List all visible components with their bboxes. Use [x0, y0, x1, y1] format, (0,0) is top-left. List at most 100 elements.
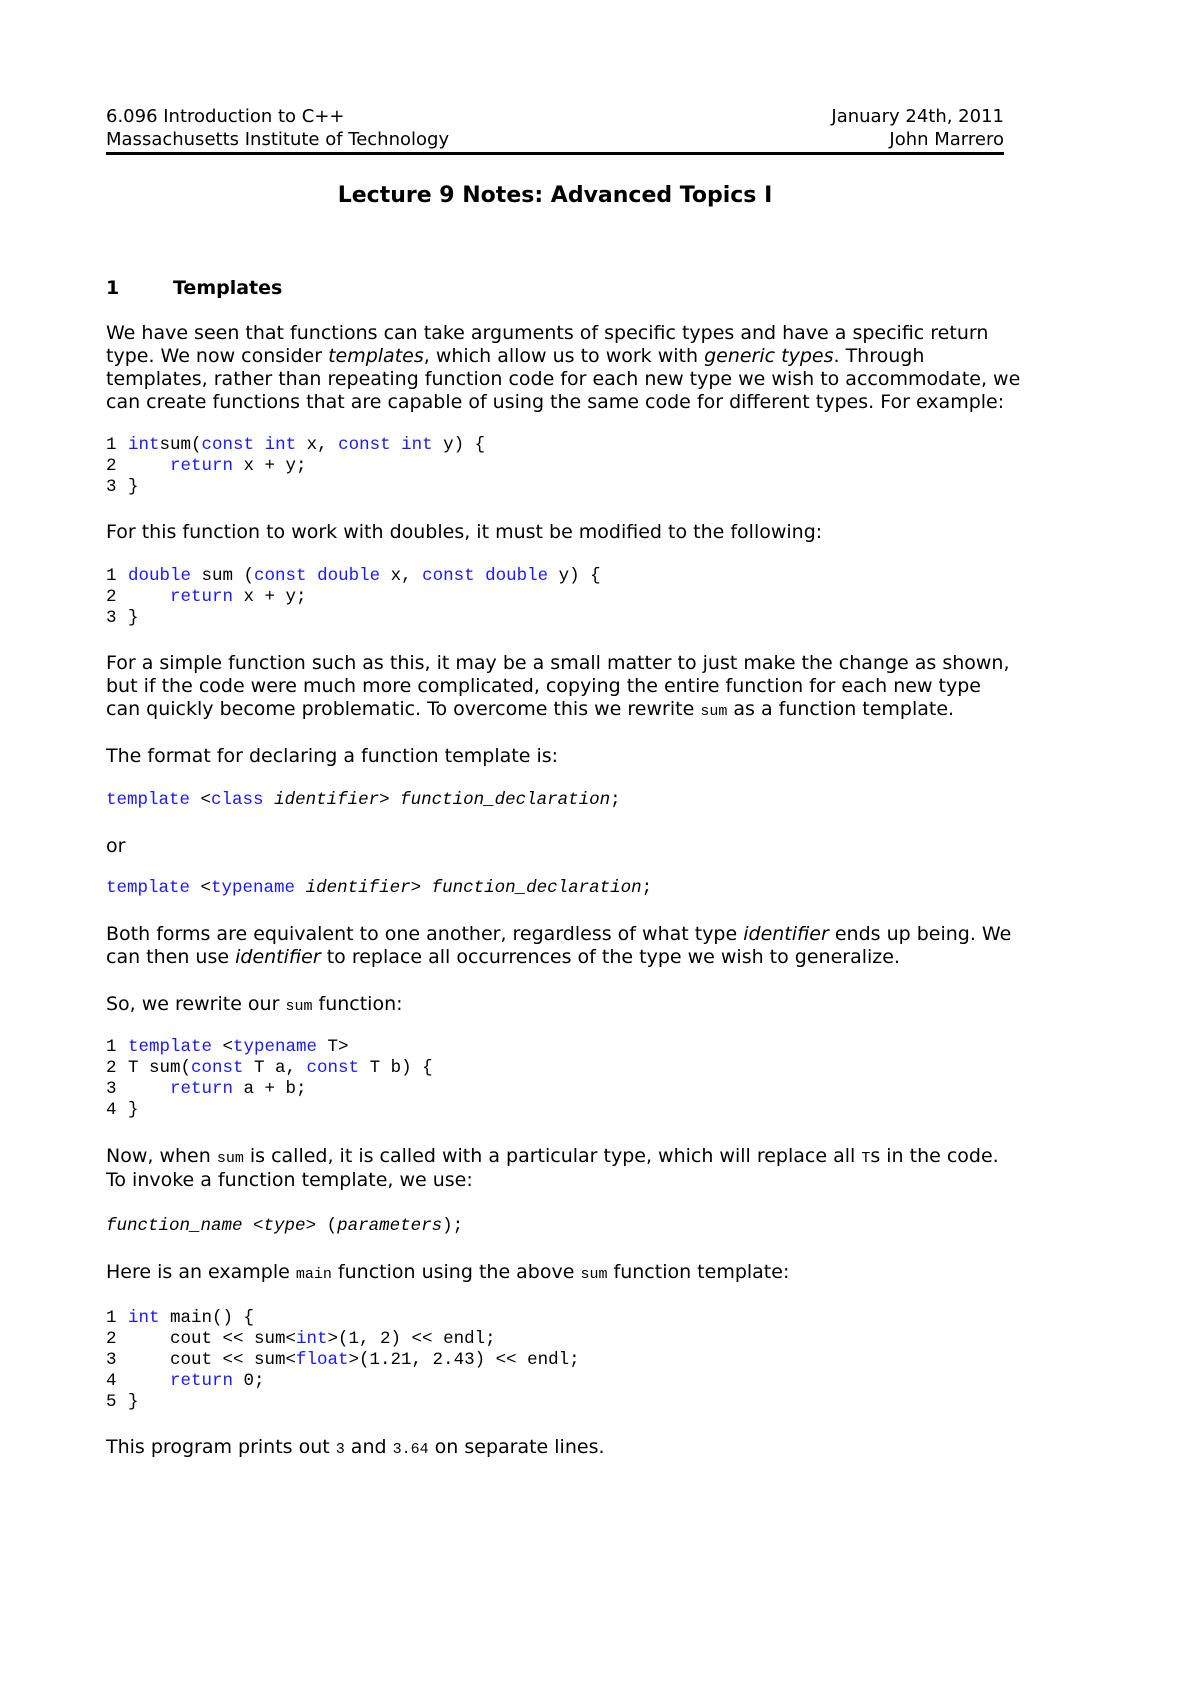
code-keyword: return: [170, 1371, 234, 1391]
lecture-date: January 24th, 2011: [831, 106, 1004, 127]
intro-paragraph-line: We have seen that functions can take arg…: [106, 322, 1016, 345]
code-line: 3 cout << sum<float>(1.21, 2.43) << endl…: [106, 1350, 580, 1371]
code-keyword: typename: [211, 878, 296, 898]
code-text: >(1.21, 2.43) << endl;: [348, 1350, 580, 1370]
code-text: }: [128, 1100, 139, 1120]
text-run: is called, it is called with a particula…: [243, 1145, 862, 1167]
code-placeholder: function_declaration: [400, 790, 611, 810]
code-keyword: int: [128, 435, 160, 455]
emphasis: generic types: [704, 345, 834, 367]
header-rule: [106, 152, 1004, 155]
code-keyword: double: [128, 566, 192, 586]
emphasis: templates: [328, 345, 424, 367]
paragraph-prints: This program prints out 3 and 3.64 on se…: [106, 1436, 1016, 1461]
text-run: So, we rewrite our: [106, 993, 286, 1015]
code-line: 3}: [106, 608, 601, 629]
code-text: }: [128, 608, 139, 628]
code-placeholder: type: [263, 1216, 306, 1236]
code-keyword: const: [191, 1058, 244, 1078]
code-text: sum (: [191, 566, 255, 586]
code-line: 1 int main() {: [106, 1308, 580, 1329]
code-keyword: int: [128, 1308, 160, 1328]
code-text: <: [242, 1216, 264, 1236]
paragraph-both-line: Both forms are equivalent to one another…: [106, 923, 1016, 946]
code-text: cout << sum<: [128, 1350, 297, 1370]
code-text: ;: [610, 790, 621, 810]
text-run: This program prints out: [106, 1436, 336, 1458]
code-keyword: double: [485, 566, 549, 586]
text-run: as a function template.: [727, 698, 955, 720]
intro-paragraph-line: can create functions that are capable of…: [106, 391, 1016, 414]
text-run: Both forms are equivalent to one another…: [106, 923, 744, 945]
inline-code: sum: [580, 1266, 608, 1283]
code-keyword: return: [170, 456, 234, 476]
code-keyword: int: [264, 435, 297, 455]
code-text: cout << sum<: [128, 1329, 297, 1349]
code-format-class: template <class identifier> function_dec…: [106, 790, 621, 811]
code-text: sum(: [159, 435, 202, 455]
line-number: 3: [106, 477, 117, 497]
code-keyword: return: [170, 1079, 234, 1099]
code-text: y) {: [432, 435, 486, 455]
section-title: Templates: [173, 277, 283, 299]
code-keyword: const: [201, 435, 255, 455]
line-number: 4: [106, 1100, 117, 1120]
paragraph-doubles: For this function to work with doubles, …: [106, 521, 1016, 544]
text-run: Here is an example: [106, 1261, 296, 1283]
code-line: 4}: [106, 1100, 433, 1121]
text-run: . Through: [833, 345, 925, 367]
text-run: type. We now consider: [106, 345, 329, 367]
code-format-typename: template <typename identifier> function_…: [106, 878, 652, 899]
inline-code: 3.64: [392, 1441, 429, 1458]
code-placeholder: function_name: [106, 1216, 243, 1236]
text-run: s in the code.: [870, 1145, 999, 1167]
text-run: can quickly become problematic. To overc…: [106, 698, 701, 720]
code-keyword: int: [401, 435, 433, 455]
code-line: 1 intsum(const int x, const int y) {: [106, 435, 485, 456]
code-text: x,: [296, 435, 339, 455]
line-number: 3: [106, 1350, 117, 1370]
paragraph-simple-line: can quickly become problematic. To overc…: [106, 698, 1016, 723]
code-text: main() {: [159, 1308, 255, 1328]
code-keyword: class: [211, 790, 264, 810]
line-number: 2: [106, 456, 117, 476]
code-text: >: [410, 878, 432, 898]
code-keyword: double: [317, 566, 381, 586]
text-run: For a simple function such as this, it m…: [106, 652, 1010, 674]
text-run: can create functions that are capable of…: [106, 391, 1005, 413]
code-line: 2 cout << sum<int>(1, 2) << endl;: [106, 1329, 580, 1350]
text-run: We have seen that functions can take arg…: [106, 322, 989, 344]
paragraph-example: Here is an example main function using t…: [106, 1261, 1016, 1286]
line-number: 2: [106, 1058, 117, 1078]
code-placeholder: parameters: [337, 1216, 443, 1236]
inline-code: 3: [335, 1441, 345, 1458]
text-run: , which allow us to work with: [423, 345, 705, 367]
line-number: 3: [106, 1079, 117, 1099]
code-text: >(1, 2) << endl;: [327, 1329, 496, 1349]
line-number: 3: [106, 608, 117, 628]
code-keyword: int: [296, 1329, 328, 1349]
text-run: function:: [312, 993, 403, 1015]
intro-paragraph-line: templates, rather than repeating functio…: [106, 368, 1020, 391]
code-text: x + y;: [233, 587, 307, 607]
code-text: T b) {: [359, 1058, 433, 1078]
code-placeholder: identifier: [305, 878, 411, 898]
paragraph-both-line: can then use identifier to replace all o…: [106, 946, 1016, 969]
code-text: }: [128, 1392, 139, 1412]
code-block-sum-double: 1 double sum (const double x, const doubl…: [106, 566, 601, 629]
code-keyword: template: [128, 1037, 213, 1057]
code-text: }: [128, 477, 139, 497]
inline-code: T: [861, 1150, 871, 1167]
code-text: a + b;: [233, 1079, 307, 1099]
text-run: ends up being. We: [828, 923, 1012, 945]
text-run: To invoke a function template, we use:: [106, 1169, 473, 1191]
code-text: x,: [380, 566, 423, 586]
